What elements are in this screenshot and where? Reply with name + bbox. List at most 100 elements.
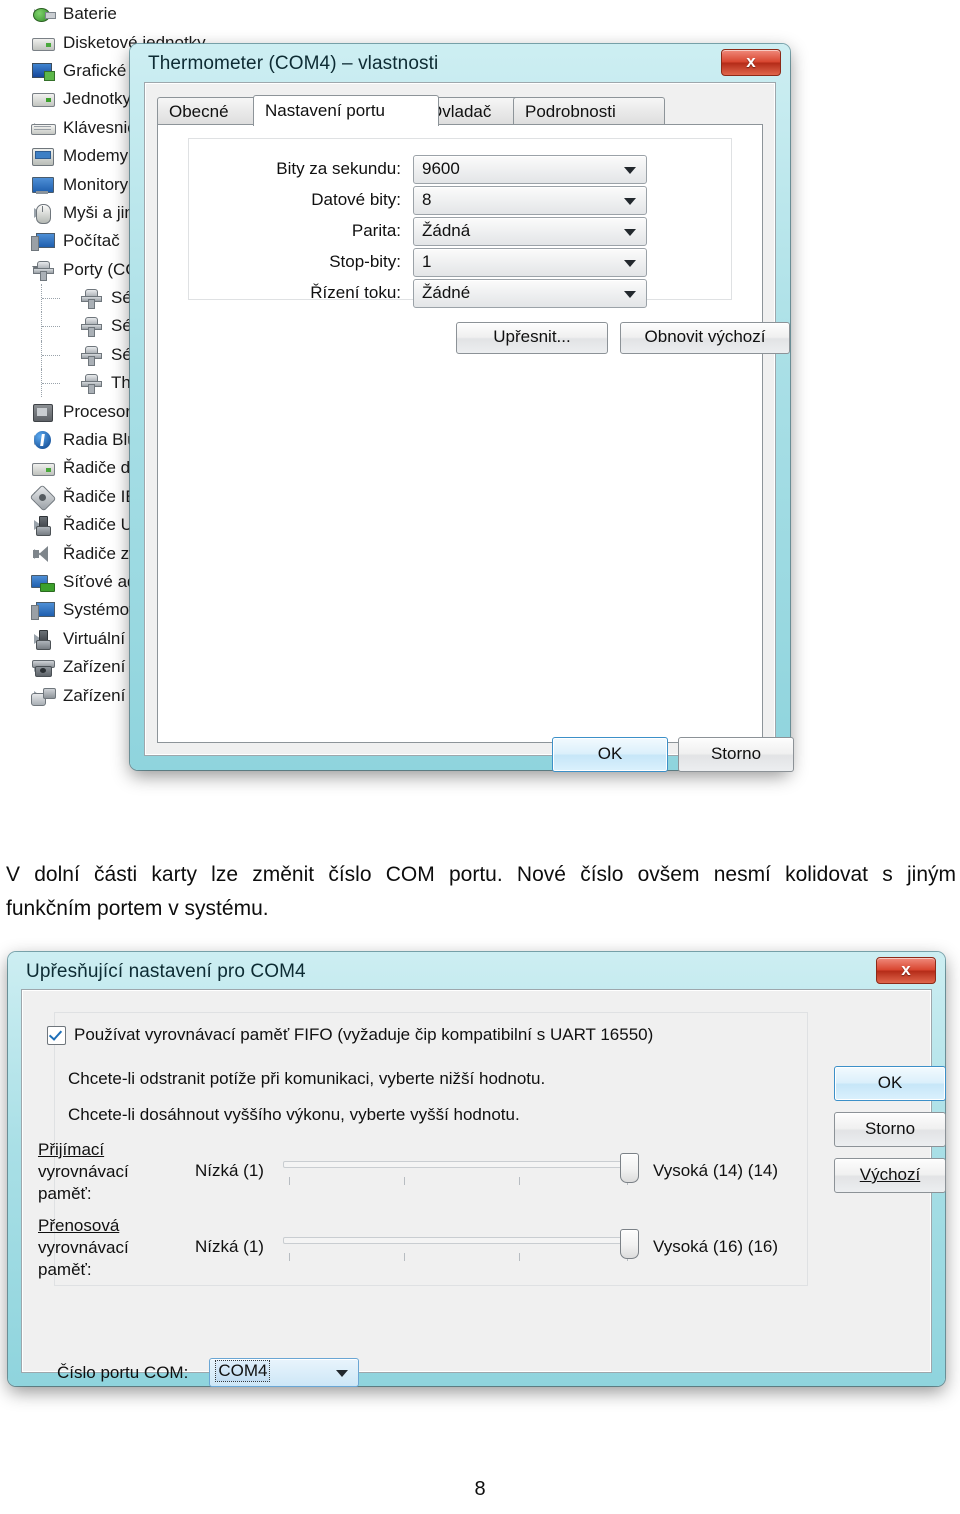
field-row: Stop-bity: 1 [189, 245, 731, 279]
battery-icon [30, 3, 56, 25]
tree-guide [42, 383, 60, 385]
field-select[interactable]: 1 [413, 247, 647, 277]
close-icon[interactable]: x [876, 957, 936, 984]
field-row: Datové bity: 8 [189, 183, 731, 217]
com-port-number-select[interactable]: COM4 [209, 1358, 360, 1387]
port-settings-group: Bity za sekundu: 9600 Datové bity: 8 Parita:… [188, 138, 732, 308]
field-label: Bity za sekundu: [276, 159, 401, 178]
transmit-buffer-label-line2: vyrovnávací [38, 1238, 129, 1257]
field-select[interactable]: Žádné [413, 278, 647, 308]
slider-tick [289, 1253, 290, 1261]
tree-item-label: Modemy [63, 146, 129, 166]
transmit-buffer-label-line3: paměť: [38, 1260, 92, 1279]
receive-buffer-low-label: Nízká (1) [195, 1161, 264, 1180]
field-select[interactable]: 9600 [413, 154, 647, 184]
receive-buffer-label: Přijímací vyrovnávací paměť: [38, 1139, 166, 1205]
tab-4[interactable]: Podrobnosti [513, 97, 665, 126]
slider-tick [404, 1177, 405, 1185]
dialog1-titlebar[interactable]: Thermometer (COM4) – vlastnosti x [130, 44, 790, 82]
mouse-icon [30, 202, 56, 224]
tab-panel-port-settings: Bity za sekundu: 9600 Datové bity: 8 Parita:… [157, 124, 794, 772]
game-controller-icon [30, 685, 56, 707]
com-port-number-label: Číslo portu COM: [57, 1362, 189, 1382]
display-adapter-icon [30, 60, 56, 82]
slider-track[interactable] [283, 1237, 635, 1244]
field-select[interactable]: 8 [413, 185, 647, 215]
computer-icon [30, 230, 56, 252]
close-icon[interactable]: x [721, 49, 781, 76]
transmit-buffer-label: Přenosová vyrovnávací paměť: [38, 1215, 166, 1281]
field-value: 9600 [422, 158, 460, 178]
fifo-settings-group: Používat vyrovnávací paměť FIFO (vyžaduj… [38, 1012, 808, 1286]
field-select[interactable]: Žádná [413, 216, 647, 246]
port-icon [30, 259, 56, 281]
system-device-icon [30, 599, 56, 621]
checkbox-checked-icon[interactable] [47, 1025, 66, 1045]
dialog2-title: Upřesňující nastavení pro COM4 [26, 961, 306, 982]
dialog2-client-area: Používat vyrovnávací paměť FIFO (vyžaduj… [21, 989, 946, 1387]
keyboard-icon [30, 117, 56, 139]
field-label: Stop-bity: [329, 252, 401, 271]
transmit-buffer-low-label: Nízká (1) [195, 1237, 264, 1256]
restore-defaults-button[interactable]: Obnovit výchozí [620, 322, 790, 354]
cancel-button[interactable]: Storno [678, 737, 794, 772]
tree-item-label: Procesory [63, 401, 140, 421]
monitor-icon [30, 174, 56, 196]
paragraph-line-2: funkčním portem v systému. [6, 897, 269, 920]
ok-button[interactable]: OK [834, 1066, 946, 1101]
body-paragraph: V dolní části karty lze změnit číslo COM… [0, 858, 960, 926]
ok-button[interactable]: OK [552, 737, 668, 772]
slider-thumb[interactable] [620, 1229, 639, 1259]
field-value: 8 [422, 189, 432, 209]
field-value: 1 [422, 251, 432, 271]
chevron-down-icon[interactable] [624, 197, 636, 205]
page-number: 8 [474, 1478, 486, 1500]
hint-lower-value: Chcete-li odstranit potíže při komunikac… [68, 1069, 546, 1088]
dialog1-title: Thermometer (COM4) – vlastnosti [148, 53, 439, 74]
sound-icon [30, 543, 56, 565]
field-value: Žádné [422, 282, 471, 302]
floppy-controller-icon [30, 457, 56, 479]
slider-tick [519, 1253, 520, 1261]
chevron-down-icon[interactable] [336, 1370, 349, 1377]
slider-tick [519, 1177, 520, 1185]
port-icon [78, 344, 104, 366]
field-row: Parita: Žádná [189, 214, 731, 248]
chevron-down-icon[interactable] [624, 290, 636, 298]
receive-buffer-slider[interactable] [283, 1153, 639, 1189]
chevron-down-icon[interactable] [624, 228, 636, 236]
ieee1394-icon [29, 484, 57, 512]
tab-strip[interactable]: Obecné Nastavení portu Ovladač Podrobnosti [157, 95, 763, 126]
defaults-button[interactable]: Výchozí [834, 1158, 946, 1193]
fifo-checkbox-row[interactable]: Používat vyrovnávací paměť FIFO (vyžaduj… [47, 1025, 653, 1045]
slider-thumb[interactable] [620, 1153, 639, 1183]
advanced-button[interactable]: Upřesnit... [456, 322, 608, 354]
port-icon [78, 287, 104, 310]
dialog2-titlebar[interactable]: Upřesňující nastavení pro COM4 x [8, 952, 945, 990]
floppy-drive-icon [30, 32, 56, 54]
network-icon [30, 571, 56, 593]
slider-tick [404, 1253, 405, 1261]
hint-higher-value: Chcete-li dosáhnout vyššího výkonu, vybe… [68, 1105, 520, 1124]
tree-item-label: Baterie [63, 4, 117, 24]
paragraph-line-1: V dolní části karty lze změnit číslo COM… [6, 863, 956, 886]
bluetooth-icon [30, 429, 56, 451]
transmit-buffer-slider[interactable] [283, 1229, 639, 1265]
com-port-number-row: Číslo portu COM: COM4 [57, 1358, 360, 1387]
receive-buffer-label-line2: vyrovnávací [38, 1162, 129, 1181]
tab-2[interactable]: Nastavení portu [253, 95, 439, 126]
slider-track[interactable] [283, 1161, 635, 1168]
tree-item[interactable]: Baterie [0, 0, 330, 28]
chevron-down-icon[interactable] [624, 166, 636, 174]
com-port-number-value: COM4 [215, 1360, 271, 1382]
thermometer-properties-dialog: Thermometer (COM4) – vlastnosti x Obecné… [130, 44, 794, 772]
chevron-down-icon[interactable] [624, 259, 636, 267]
usb-icon [30, 628, 56, 650]
slider-tick [289, 1177, 290, 1185]
port-icon [78, 372, 104, 395]
cancel-button[interactable]: Storno [834, 1112, 946, 1147]
tree-guide [42, 297, 60, 300]
usb-icon [30, 514, 56, 537]
field-label: Parita: [351, 221, 401, 240]
fifo-checkbox-label: Používat vyrovnávací paměť FIFO (vyžaduj… [74, 1025, 654, 1044]
